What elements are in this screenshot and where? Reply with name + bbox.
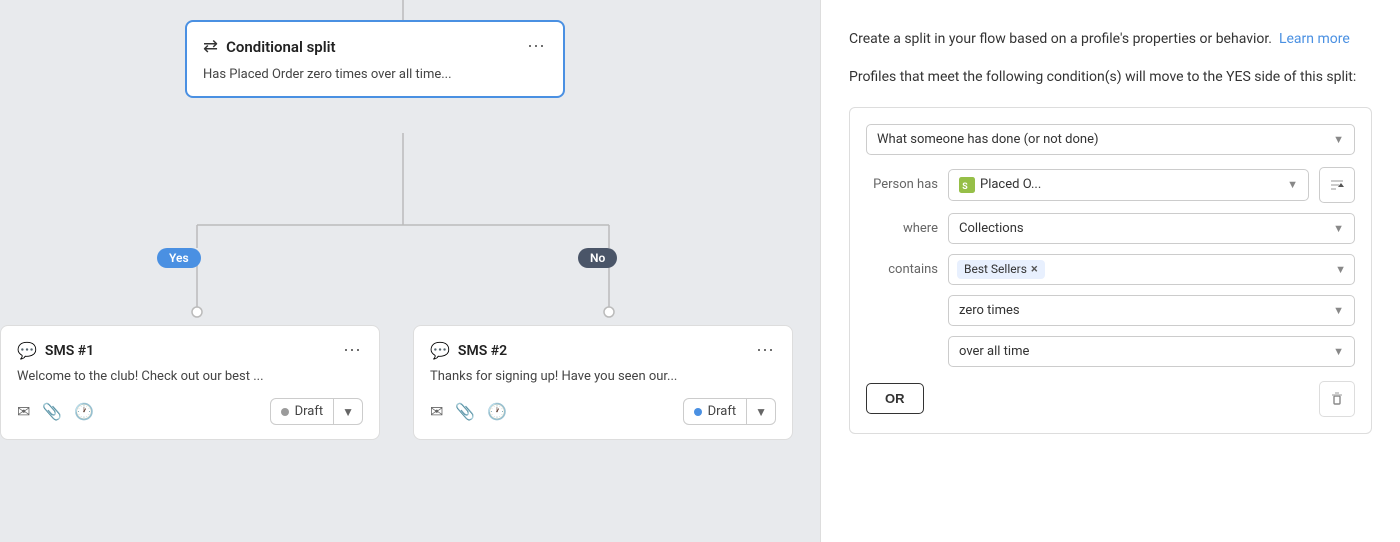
shopify-icon: S: [959, 177, 975, 193]
shopify-chevron: ▼: [1287, 178, 1298, 191]
svg-text:S: S: [962, 182, 968, 192]
sms2-header: 💬 SMS #2 ⋯: [430, 340, 776, 361]
best-sellers-tag-remove[interactable]: ×: [1031, 262, 1038, 277]
or-row: OR: [866, 377, 1355, 417]
what-dropdown-row: What someone has done (or not done) ▼: [866, 124, 1355, 155]
collections-label: Collections: [959, 221, 1024, 236]
sms1-header: 💬 SMS #1 ⋯: [17, 340, 363, 361]
over-all-time-dropdown[interactable]: over all time ▼: [948, 336, 1355, 367]
sms1-title: SMS #1: [45, 343, 94, 359]
shopify-label: Placed O...: [980, 177, 1041, 192]
sms2-icon: 💬: [430, 341, 450, 360]
what-dropdown-label: What someone has done (or not done): [877, 132, 1099, 147]
best-sellers-tag-label: Best Sellers: [964, 262, 1027, 276]
zero-times-label: zero times: [959, 303, 1020, 318]
where-label: where: [866, 221, 938, 236]
what-dropdown[interactable]: What someone has done (or not done) ▼: [866, 124, 1355, 155]
sms1-draft-dot: [281, 408, 289, 416]
sms2-title-group: 💬 SMS #2: [430, 341, 507, 360]
sms1-footer: ✉ 📎 🕐 Draft ▼: [17, 398, 363, 425]
zero-times-dropdown[interactable]: zero times ▼: [948, 295, 1355, 326]
zero-times-row: zero times ▼: [866, 295, 1355, 326]
conditional-split-title: Conditional split: [226, 38, 335, 56]
flow-canvas: ⇄ Conditional split ⋯ Has Placed Order z…: [0, 0, 820, 542]
conditional-split-body: Has Placed Order zero times over all tim…: [203, 67, 547, 82]
collections-dropdown[interactable]: Collections ▼: [948, 213, 1355, 244]
sms2-draft-dot: [694, 408, 702, 416]
sms2-draft-label: Draft: [708, 404, 737, 419]
sms1-draft-chevron[interactable]: ▼: [334, 400, 362, 424]
panel-description-text: Create a split in your flow based on a p…: [849, 31, 1272, 47]
collections-chevron: ▼: [1333, 222, 1344, 235]
panel-description: Create a split in your flow based on a p…: [849, 28, 1372, 50]
sms2-icons: ✉ 📎 🕐: [430, 402, 507, 421]
contains-row: contains Best Sellers × ▼: [866, 254, 1355, 285]
or-button[interactable]: OR: [866, 383, 924, 414]
over-all-time-chevron: ▼: [1333, 345, 1344, 358]
sms1-more-icon[interactable]: ⋯: [343, 340, 363, 361]
yes-badge: Yes: [157, 248, 201, 268]
shopify-dropdown[interactable]: S Placed O... ▼: [948, 169, 1309, 201]
person-has-label: Person has: [866, 177, 938, 192]
sms1-icons: ✉ 📎 🕐: [17, 402, 94, 421]
condition-block: What someone has done (or not done) ▼ Pe…: [849, 107, 1372, 434]
what-dropdown-chevron: ▼: [1333, 133, 1344, 146]
sms1-clock-icon: 🕐: [74, 402, 94, 421]
sms1-attach-icon: 📎: [42, 402, 62, 421]
sms2-envelope-icon: ✉: [430, 402, 443, 421]
trash-icon: [1329, 391, 1345, 407]
no-badge: No: [578, 248, 617, 268]
tag-select[interactable]: Best Sellers × ▼: [948, 254, 1355, 285]
sms2-clock-icon: 🕐: [487, 402, 507, 421]
tag-select-chevron: ▼: [1335, 263, 1346, 276]
conditional-split-node: ⇄ Conditional split ⋯ Has Placed Order z…: [185, 20, 565, 98]
node-header: ⇄ Conditional split ⋯: [203, 36, 547, 57]
sms2-draft-main: Draft: [684, 399, 748, 424]
contains-label: contains: [866, 262, 938, 277]
sms1-draft-label: Draft: [295, 404, 324, 419]
sms-node-1: 💬 SMS #1 ⋯ Welcome to the club! Check ou…: [0, 325, 380, 440]
sms1-title-group: 💬 SMS #1: [17, 341, 94, 360]
best-sellers-tag: Best Sellers ×: [957, 260, 1045, 279]
sms2-title: SMS #2: [458, 343, 507, 359]
filter-icon: [1329, 177, 1345, 193]
where-row: where Collections ▼: [866, 213, 1355, 244]
sms1-body: Welcome to the club! Check out our best …: [17, 369, 363, 384]
sms2-draft-chevron[interactable]: ▼: [747, 400, 775, 424]
sms2-attach-icon: 📎: [455, 402, 475, 421]
sms1-draft-button[interactable]: Draft ▼: [270, 398, 363, 425]
zero-times-chevron: ▼: [1333, 304, 1344, 317]
sms1-icon: 💬: [17, 341, 37, 360]
sms2-more-icon[interactable]: ⋯: [756, 340, 776, 361]
sms-node-2: 💬 SMS #2 ⋯ Thanks for signing up! Have y…: [413, 325, 793, 440]
right-panel: Create a split in your flow based on a p…: [820, 0, 1400, 542]
sms1-envelope-icon: ✉: [17, 402, 30, 421]
delete-button[interactable]: [1319, 381, 1355, 417]
panel-subtitle: Profiles that meet the following conditi…: [849, 66, 1372, 88]
filter-button[interactable]: [1319, 167, 1355, 203]
conditional-split-more-icon[interactable]: ⋯: [527, 36, 547, 57]
person-has-row: Person has S Placed O... ▼: [866, 167, 1355, 203]
split-icon: ⇄: [203, 36, 218, 57]
sms2-footer: ✉ 📎 🕐 Draft ▼: [430, 398, 776, 425]
sms2-draft-button[interactable]: Draft ▼: [683, 398, 776, 425]
over-all-time-label: over all time: [959, 344, 1029, 359]
sms2-body: Thanks for signing up! Have you seen our…: [430, 369, 776, 384]
over-all-time-row: over all time ▼: [866, 336, 1355, 367]
learn-more-link[interactable]: Learn more: [1279, 31, 1350, 47]
node-title-group: ⇄ Conditional split: [203, 36, 336, 57]
sms1-draft-main: Draft: [271, 399, 335, 424]
